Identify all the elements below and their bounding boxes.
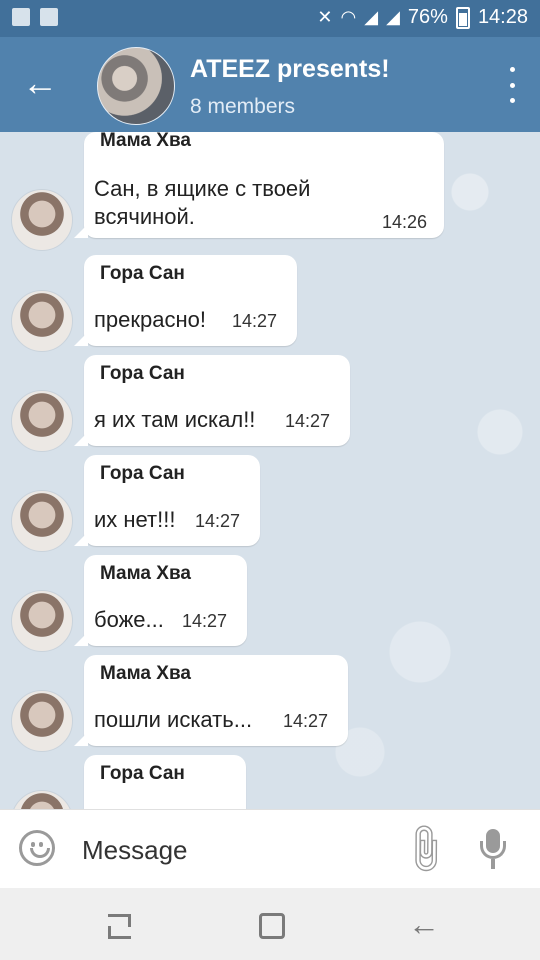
message-bubble[interactable]: Гора Сан прекрасно! 14:27 [74,255,297,346]
message-sender[interactable]: Мама Хва [100,563,191,585]
message-sender[interactable]: Гора Сан [100,463,185,485]
clock: 14:28 [477,6,528,28]
status-bar: ✕ ◠ ◢ ◢ 76% 14:28 [0,0,540,37]
message-bubble[interactable]: Мама Хва пошли искать... 14:27 [74,655,348,746]
message-sender[interactable]: Мама Хва [100,132,191,152]
sender-avatar[interactable] [11,390,73,452]
sender-avatar[interactable] [11,790,73,809]
message-composer: 📎︎ [0,809,540,889]
battery-percent: 76% [407,6,448,28]
message-text: Сан, в ящике с твоей всячиной. [94,176,311,229]
message-bubble[interactable]: Мама Хва боже... 14:27 [74,555,247,646]
notification-icons [12,8,58,26]
message-sender[interactable]: Гора Сан [100,363,185,385]
signal-icon: ◢ [386,7,400,27]
message-time: 14:26 [382,212,428,232]
message-text: пошли искать... [94,707,253,732]
sender-avatar[interactable] [11,290,73,352]
signal-icon: ◢ [364,7,379,27]
sender-avatar[interactable] [11,490,73,552]
wifi-icon: ◠ [340,7,357,27]
member-count: 8 members [190,95,296,118]
message-text: прекрасно! [94,307,206,332]
microphone-icon[interactable] [478,829,508,871]
back-icon[interactable]: ← [404,906,444,942]
mute-icon: ✕ [317,7,333,27]
gallery-notification-icon [12,8,30,26]
message-sender[interactable]: Гора Сан [100,263,185,285]
message-bubble[interactable]: Мама Хва Сан, в ящике с твоей всячиной. … [74,132,444,238]
message-time: 14:27 [182,611,228,631]
sender-avatar[interactable] [11,189,73,251]
recent-apps-icon[interactable] [100,906,140,942]
message-time: 14:27 [285,411,331,431]
system-status: ✕ ◠ ◢ ◢ 76% 14:28 [317,6,528,29]
battery-icon [455,6,470,29]
more-vertical-icon[interactable] [506,67,518,103]
message-sender[interactable]: Гора Сан [100,763,185,785]
message-sender[interactable]: Мама Хва [100,663,191,685]
chat-header: ← ATEEZ presents! 8 members [0,37,540,132]
message-time: 14:27 [195,511,241,531]
emoji-icon[interactable] [19,830,55,866]
message-list[interactable]: Мама Хва Сан, в ящике с твоей всячиной. … [0,132,540,809]
sender-avatar[interactable] [11,690,73,752]
message-time: 14:27 [283,711,329,731]
message-bubble[interactable]: Гора Сан [84,755,246,809]
group-avatar[interactable] [97,47,175,125]
paperclip-icon[interactable]: 📎︎ [394,818,456,880]
sender-avatar[interactable] [11,590,73,652]
chat-title[interactable]: ATEEZ presents! [190,55,390,84]
home-icon[interactable] [252,906,292,942]
back-arrow-icon[interactable]: ← [22,65,62,105]
message-time: 14:27 [232,311,278,331]
message-bubble[interactable]: Гора Сан я их там искал!! 14:27 [74,355,350,446]
document-notification-icon [40,8,58,26]
message-input[interactable] [80,830,384,870]
message-text: боже... [94,607,164,632]
message-text: их нет!!! [94,507,176,532]
system-nav-bar: ← [0,888,540,960]
message-bubble[interactable]: Гора Сан их нет!!! 14:27 [74,455,260,546]
message-text: я их там искал!! [94,407,256,432]
